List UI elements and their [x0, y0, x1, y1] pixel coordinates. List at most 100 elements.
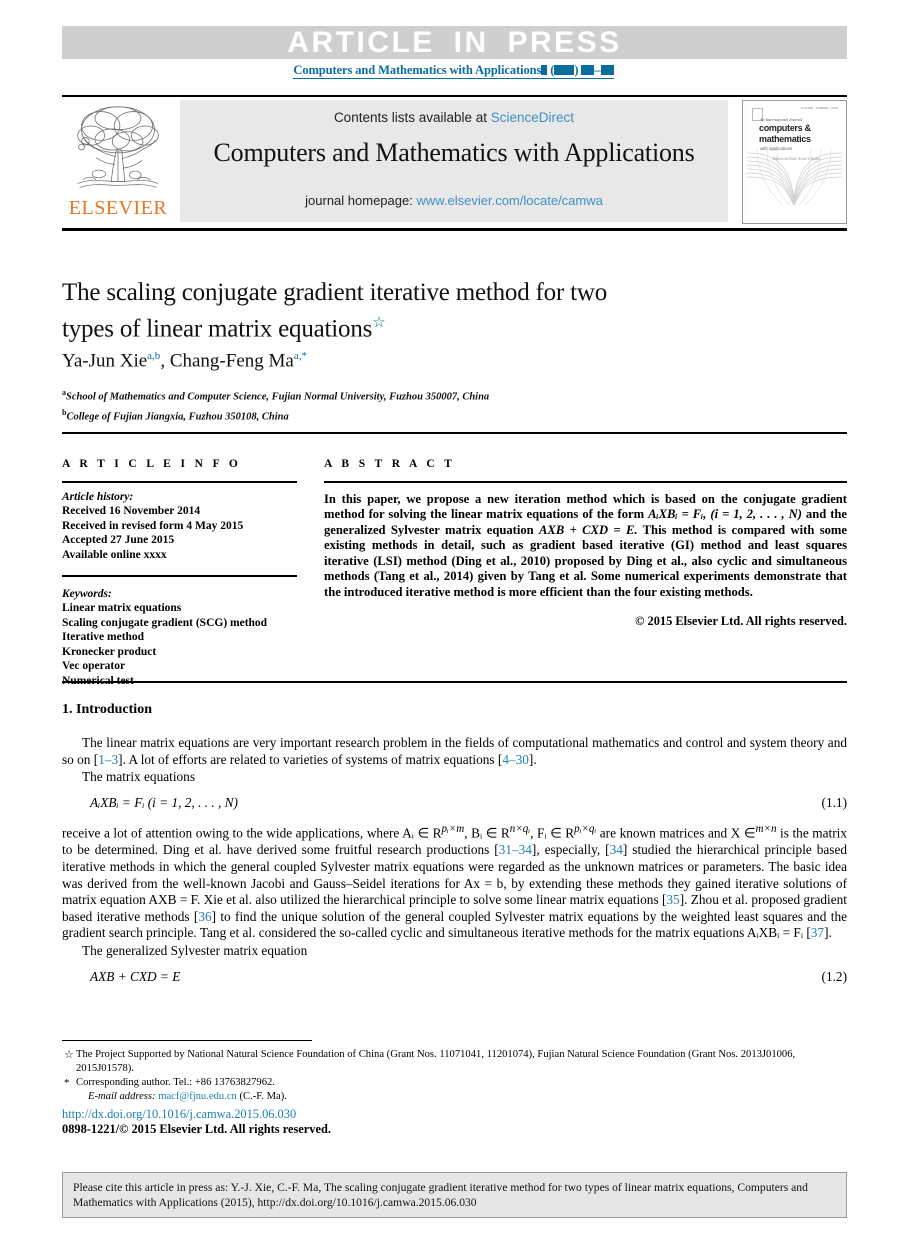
article-in-press-label: ARTICLE IN PRESS: [287, 25, 622, 59]
equation-1-1-body: AᵢXBᵢ = Fᵢ (i = 1, 2, . . . , N): [90, 794, 238, 810]
para3-j: ].: [824, 925, 832, 941]
section-heading-introduction: 1. Introduction: [62, 702, 847, 718]
issn-copyright-line: 0898-1221/© 2015 Elsevier Ltd. All right…: [62, 1122, 331, 1136]
footnote-funding-text: The Project Supported by National Natura…: [76, 1049, 796, 1074]
abstract-text: In this paper, we propose a new iteratio…: [324, 492, 847, 601]
title-line-2: types of linear matrix equations: [62, 315, 373, 343]
para3-f: ], especially, [: [531, 842, 610, 858]
title-footnote-marker[interactable]: ☆: [372, 315, 385, 331]
author-1-affiliation-marker[interactable]: a,b: [147, 350, 160, 362]
para3-d: are known matrices and X ∈: [596, 825, 756, 841]
cover-editor-line: Editors-in-Chief: Ervin Y. Rodin: [773, 157, 820, 161]
keyword-item: Scaling conjugate gradient (SCG) method: [62, 616, 268, 629]
article-in-press-banner: ARTICLE IN PRESS: [62, 26, 847, 59]
affiliation-a: aSchool of Mathematics and Computer Scie…: [62, 385, 762, 405]
keywords-label: Keywords:: [62, 587, 112, 600]
citation-link[interactable]: 34: [610, 842, 623, 857]
footnote-funding: ☆ The Project Supported by National Natur…: [62, 1048, 847, 1076]
journal-homepage-link[interactable]: www.elsevier.com/locate/camwa: [416, 193, 602, 208]
sciencedirect-link[interactable]: ScienceDirect: [491, 110, 574, 125]
equation-1-2: AXB + CXD = E (1.2): [62, 969, 847, 986]
affiliation-b-text: College of Fujian Jiangxia, Fuzhou 35010…: [66, 411, 289, 422]
history-received: Received 16 November 2014: [62, 505, 201, 517]
body-section: 1. Introduction The linear matrix equati…: [62, 702, 847, 995]
cover-superline: An International Journal: [760, 117, 802, 122]
footnote-funding-marker: ☆: [64, 1049, 74, 1061]
history-revised: Received in revised form 4 May 2015: [62, 519, 244, 532]
abstract-column: A B S T R A C T In this paper, we propos…: [324, 458, 847, 629]
abstract-heading: A B S T R A C T: [324, 458, 456, 470]
abstract-rule: [324, 481, 847, 483]
article-info-column: A R T I C L E I N F O Article history: R…: [62, 458, 297, 688]
year-placeholder: [554, 65, 575, 75]
paragraph-matrix-equations-lead: The matrix equations: [82, 769, 195, 785]
email-link[interactable]: macf@fjnu.edu.cn: [158, 1091, 237, 1102]
page-title: The scaling conjugate gradient iterative…: [62, 277, 762, 344]
footnote-corresponding-text: Corresponding author. Tel.: +86 13763827…: [76, 1077, 275, 1088]
paragraph-intro-c: ].: [528, 751, 537, 767]
citation-link[interactable]: 35: [666, 892, 679, 907]
citation-link[interactable]: 1–3: [98, 752, 118, 767]
cover-top-text: VOLUME · NUMBER · ISSN: [800, 107, 838, 110]
history-accepted: Accepted 27 June 2015: [62, 534, 175, 546]
masthead-top-rule: [62, 95, 847, 97]
keyword-item: Vec operator: [62, 660, 126, 672]
para3-superscript-3: pᵢ×qᵢ: [574, 823, 597, 836]
contents-list-line: Contents lists available at ScienceDirec…: [180, 110, 728, 125]
article-history: Article history: Received 16 November 20…: [62, 490, 297, 563]
para3-superscript-4: m×n: [755, 823, 777, 836]
email-suffix: (C.-F. Ma).: [236, 1091, 287, 1102]
cover-title-line3: with applications: [760, 146, 793, 151]
footnote-corresponding-author: * Corresponding author. Tel.: +86 1376382…: [62, 1076, 847, 1090]
equation-1-2-number: (1.2): [821, 968, 847, 984]
author-2: Chang-Feng Ma: [169, 350, 294, 372]
cover-title-line2: mathematics: [759, 134, 811, 144]
article-info-heading: A R T I C L E I N F O: [62, 458, 242, 470]
keyword-item: Iterative method: [62, 631, 145, 643]
journal-homepage-line: journal homepage: www.elsevier.com/locat…: [180, 193, 728, 208]
keywords-rule: [62, 575, 297, 577]
email-label: E-mail address:: [88, 1091, 156, 1102]
article-page: ARTICLE IN PRESS Computers and Mathemati…: [0, 0, 907, 1238]
keyword-item: Linear matrix equations: [62, 602, 182, 614]
masthead-bottom-rule: [62, 228, 847, 231]
running-head-journal: Computers and Mathematics with Applicati…: [293, 63, 542, 77]
cover-title-line1: computers &: [759, 123, 811, 133]
footnotes-block: ☆ The Project Supported by National Natur…: [62, 1048, 847, 1104]
author-2-affiliation-marker[interactable]: a,*: [294, 350, 307, 362]
para3-c: , Fᵢ ∈ R: [530, 825, 575, 841]
elsevier-logo: ELSEVIER: [62, 99, 174, 223]
affiliation-b: bCollege of Fujian Jiangxia, Fuzhou 3501…: [62, 405, 762, 425]
title-bottom-rule: [62, 432, 847, 434]
running-head: Computers and Mathematics with Applicati…: [0, 63, 907, 79]
journal-title: Computers and Mathematics with Applicati…: [213, 138, 695, 167]
footnote-rule: [62, 1040, 312, 1041]
paragraph-sylvester-lead: The generalized Sylvester matrix equatio…: [82, 942, 308, 958]
contents-list-prefix: Contents lists available at: [333, 110, 491, 125]
abstract-bottom-rule: [62, 681, 847, 683]
citation-link[interactable]: 4–30: [502, 752, 529, 767]
section-number: 1.: [62, 702, 73, 717]
keywords-block: Keywords: Linear matrix equations Scalin…: [62, 587, 297, 689]
citation-link[interactable]: 36: [198, 909, 211, 924]
cite-this-article-box: Please cite this article in press as: Y.…: [62, 1172, 847, 1218]
footnote-corresponding-marker: *: [64, 1077, 70, 1089]
equation-1-1-number: (1.1): [821, 794, 847, 810]
cite-this-article-text: Please cite this article in press as: Y.…: [73, 1181, 808, 1209]
equation-1-1: AᵢXBᵢ = Fᵢ (i = 1, 2, . . . , N) (1.1): [62, 795, 847, 812]
citation-link[interactable]: 37: [811, 925, 824, 940]
equation-1-2-body: AXB + CXD = E: [90, 968, 181, 984]
volume-placeholder: [541, 65, 548, 75]
doi-link[interactable]: http://dx.doi.org/10.1016/j.camwa.2015.0…: [62, 1107, 296, 1122]
para3-superscript-1: pᵢ×m: [441, 823, 465, 836]
para3-superscript-2: n×qᵢ: [509, 823, 531, 836]
elsevier-tree-icon: [77, 106, 159, 188]
author-1: Ya-Jun Xie: [62, 350, 148, 372]
citation-link[interactable]: 31–34: [499, 842, 532, 857]
keyword-item: Kronecker product: [62, 645, 157, 658]
sciencedirect-band: Contents lists available at ScienceDirec…: [180, 100, 728, 222]
affiliations: aSchool of Mathematics and Computer Scie…: [62, 385, 762, 424]
affiliation-a-text: School of Mathematics and Computer Scien…: [66, 391, 490, 403]
author-separator: ,: [160, 350, 170, 372]
article-info-rule: [62, 481, 297, 483]
